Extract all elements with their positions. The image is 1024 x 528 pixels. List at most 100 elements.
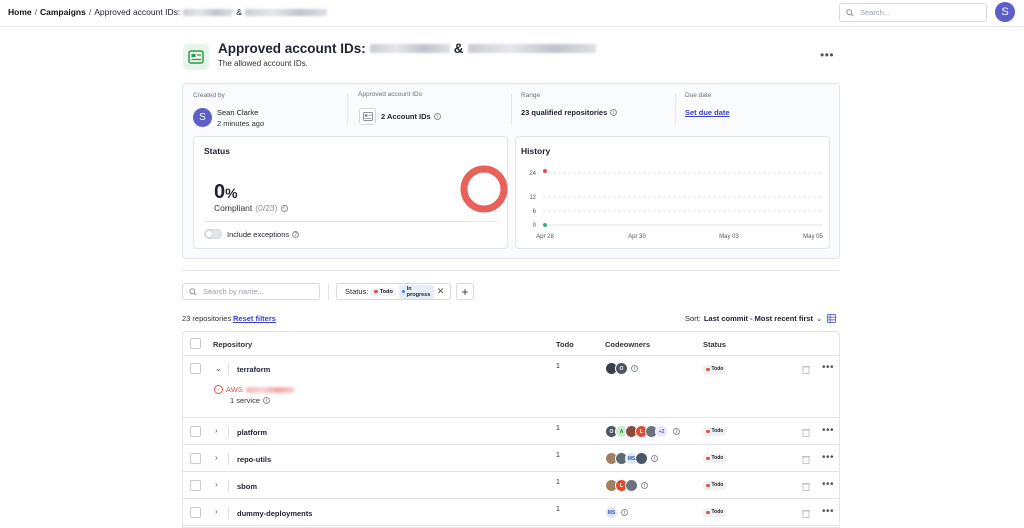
chevron-right-icon[interactable]: › xyxy=(215,507,218,516)
trash-icon[interactable] xyxy=(802,509,810,518)
table-row[interactable]: › platform 1 O A L +2 i Todo ••• xyxy=(183,418,839,445)
status-label: Todo xyxy=(711,482,724,489)
codeowner-avatar[interactable]: O xyxy=(615,362,628,375)
search-placeholder: Search by name... xyxy=(203,287,264,296)
codeowner-avatar[interactable]: MS xyxy=(605,506,618,519)
divider xyxy=(347,94,348,124)
row-more-button[interactable]: ••• xyxy=(822,362,834,373)
trash-icon[interactable] xyxy=(802,428,810,437)
percent-sign: % xyxy=(225,185,238,201)
breadcrumb: Home / Campaigns / Approved account IDs:… xyxy=(8,7,327,17)
y-tick-24: 24 xyxy=(529,171,536,177)
table-header: Repository Todo Codeowners Status xyxy=(183,332,839,356)
divider xyxy=(228,426,229,438)
row-more-button[interactable]: ••• xyxy=(822,479,834,490)
row-checkbox[interactable] xyxy=(190,426,201,437)
user-avatar[interactable]: S xyxy=(995,2,1015,22)
row-more-button[interactable]: ••• xyxy=(822,506,834,517)
reset-filters-link[interactable]: Reset filters xyxy=(233,314,276,323)
breadcrumb-separator: / xyxy=(34,7,37,17)
table-row[interactable]: › repo-utils 1 MS i Todo ••• xyxy=(183,445,839,472)
page-title-ampersand: & xyxy=(453,41,464,56)
collapse-chevron-icon[interactable]: ⌄ xyxy=(215,364,222,373)
sort-dropdown[interactable]: Sort: Last commit - Most recent first ⌄ xyxy=(685,314,822,323)
col-repository[interactable]: Repository xyxy=(213,340,252,349)
repo-name[interactable]: repo-utils xyxy=(237,455,271,464)
repo-search-input[interactable]: Search by name... xyxy=(182,283,320,300)
compliant-label: Compliant xyxy=(214,203,253,213)
range-value: 23 qualified repositories i xyxy=(521,108,618,117)
col-status[interactable]: Status xyxy=(703,340,726,349)
info-icon[interactable]: i xyxy=(621,509,628,516)
row-more-button[interactable]: ••• xyxy=(822,425,834,436)
chevron-right-icon[interactable]: › xyxy=(215,426,218,435)
info-icon[interactable]: i xyxy=(610,109,618,116)
set-due-date-link[interactable]: Set due date xyxy=(685,108,730,117)
col-codeowners[interactable]: Codeowners xyxy=(605,340,650,349)
compliance-donut xyxy=(460,165,508,213)
repo-name[interactable]: terraform xyxy=(237,365,270,374)
status-filter-label: Status: xyxy=(345,287,369,296)
divider xyxy=(328,283,329,300)
row-more-button[interactable]: ••• xyxy=(822,452,834,463)
redacted-text xyxy=(183,8,234,16)
clear-filter-icon[interactable]: ✕ xyxy=(437,286,445,297)
y-tick-6: 6 xyxy=(533,209,537,215)
account-ids-count[interactable]: 2 Account IDs i xyxy=(381,112,441,121)
info-icon[interactable]: i xyxy=(631,365,638,372)
row-checkbox[interactable] xyxy=(190,480,201,491)
repo-name[interactable]: sbom xyxy=(237,482,257,491)
x-tick-apr28: Apr 28 xyxy=(536,234,554,240)
col-todo[interactable]: Todo xyxy=(556,340,574,349)
divider xyxy=(228,507,229,519)
select-all-checkbox[interactable] xyxy=(190,338,201,349)
more-options-button[interactable]: ••• xyxy=(820,48,834,62)
chevron-right-icon[interactable]: › xyxy=(215,453,218,462)
chevron-right-icon[interactable]: › xyxy=(215,480,218,489)
creator-avatar: S xyxy=(193,108,212,127)
row-checkbox[interactable] xyxy=(190,363,201,374)
include-exceptions-toggle[interactable] xyxy=(204,229,222,239)
service-count-text: 1 service xyxy=(230,396,261,405)
creator-name: Sean Clarke xyxy=(217,108,259,117)
service-count: 1 service i xyxy=(230,396,271,405)
status-badge: Todo xyxy=(703,453,727,463)
codeowner-avatar[interactable] xyxy=(625,479,638,492)
info-icon[interactable]: ? xyxy=(292,231,300,238)
global-search-input[interactable]: Search... xyxy=(839,3,987,22)
status-label: Todo xyxy=(711,455,724,462)
table-row[interactable]: ⌄ terraform 1 O i Todo ••• − AWS 1 servi… xyxy=(183,356,839,418)
divider xyxy=(511,94,512,124)
row-checkbox[interactable] xyxy=(190,507,201,518)
codeowners: O i xyxy=(605,362,638,375)
info-icon[interactable]: i xyxy=(263,397,271,404)
trash-icon[interactable] xyxy=(802,455,810,464)
info-icon[interactable]: i xyxy=(433,113,441,120)
repo-name[interactable]: dummy-deployments xyxy=(237,509,312,518)
table-row[interactable]: › sbom 1 L i Todo ••• xyxy=(183,472,839,499)
breadcrumb-campaigns[interactable]: Campaigns xyxy=(40,7,86,17)
row-checkbox[interactable] xyxy=(190,453,201,464)
info-icon[interactable]: i xyxy=(673,428,680,435)
codeowner-avatar[interactable] xyxy=(635,452,648,465)
breadcrumb-home[interactable]: Home xyxy=(8,7,32,17)
info-icon[interactable]: i xyxy=(280,204,288,212)
trash-icon[interactable] xyxy=(802,365,810,374)
status-dot xyxy=(706,510,710,514)
info-icon[interactable]: i xyxy=(641,482,648,489)
repo-name[interactable]: platform xyxy=(237,428,267,437)
add-filter-button[interactable]: + xyxy=(456,283,474,300)
table-row[interactable]: › dummy-deployments 1 MS i Todo ••• xyxy=(183,499,839,526)
range-text: 23 qualified repositories xyxy=(521,108,608,117)
minus-circle-icon: − xyxy=(214,385,223,394)
info-icon[interactable]: i xyxy=(651,455,658,462)
more-codeowners-badge[interactable]: +2 xyxy=(655,425,668,438)
top-nav: Home / Campaigns / Approved account IDs:… xyxy=(0,0,1024,27)
status-filter[interactable]: Status: Todo In progress ✕ xyxy=(336,283,451,300)
include-exceptions-label: Include exceptions xyxy=(227,230,290,239)
table-view-icon[interactable] xyxy=(827,314,836,323)
trash-icon[interactable] xyxy=(802,482,810,491)
sort-label: Sort: xyxy=(685,314,701,323)
breadcrumb-ampersand: & xyxy=(236,7,242,17)
history-card: History 24 12 6 0 Apr 28 Apr 30 May 03 M… xyxy=(515,136,830,249)
